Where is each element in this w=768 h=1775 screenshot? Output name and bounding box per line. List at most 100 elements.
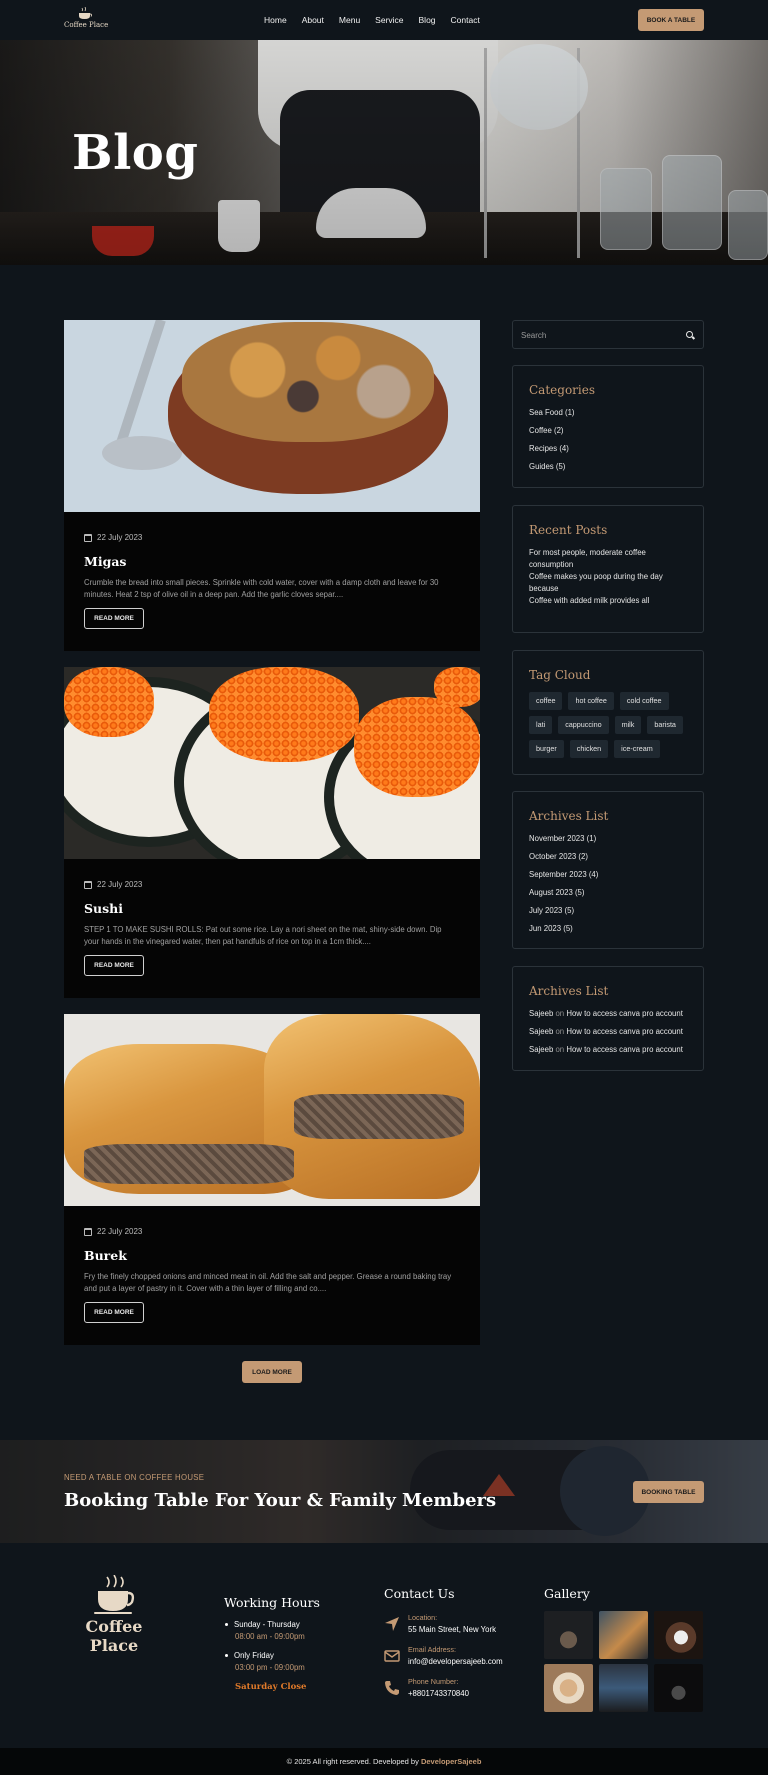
contact-email: Email Address: info@developersajeeb.com	[384, 1645, 503, 1677]
main-menu: Home About Menu Service Blog Contact	[264, 15, 495, 25]
category-item[interactable]: Coffee (2)	[529, 426, 575, 444]
book-table-button[interactable]: BOOK A TABLE	[638, 9, 704, 31]
brand-name: Coffee Place	[64, 21, 109, 29]
phone-value[interactable]: +8801743370840	[408, 1689, 503, 1698]
recent-post-link[interactable]: Coffee with added milk provides all	[529, 595, 689, 613]
post-image[interactable]	[64, 320, 480, 512]
footer-brand: Coffee Place	[85, 1617, 143, 1655]
banner-title: Booking Table For Your & Family Members	[64, 1490, 497, 1511]
tag[interactable]: milk	[614, 716, 642, 734]
booking-table-button[interactable]: BOOKING TABLE	[633, 1481, 704, 1503]
comment-on: on	[555, 1045, 565, 1054]
calendar-icon	[84, 1227, 92, 1236]
tag[interactable]: burger	[529, 740, 564, 758]
archive-link[interactable]: November 2023 (1)	[529, 834, 598, 852]
email-value[interactable]: info@developersajeeb.com	[408, 1657, 503, 1666]
nav-link-service[interactable]: Service	[375, 15, 403, 25]
image-roe	[354, 697, 480, 797]
recent-post-link[interactable]: Coffee makes you poop during the day bec…	[529, 571, 689, 593]
comment-item[interactable]: Sajeeb on How to access canva pro accoun…	[529, 1027, 683, 1045]
widget-title: Recent Posts	[529, 523, 608, 537]
comment-post[interactable]: How to access canva pro account	[566, 1009, 683, 1018]
comment-list: Sajeeb on How to access canva pro accoun…	[529, 1009, 683, 1063]
booking-banner: NEED A TABLE ON COFFEE HOUSE Booking Tab…	[0, 1440, 768, 1543]
gallery-image[interactable]	[544, 1611, 593, 1659]
working-hours-title: Working Hours	[224, 1595, 320, 1610]
hours-time: 08:00 am - 09:00pm	[235, 1632, 305, 1641]
archive-link[interactable]: July 2023 (5)	[529, 906, 598, 924]
blog-post-card: 22 July 2023 Sushi STEP 1 TO MAKE SUSHI …	[64, 667, 480, 998]
footer-logo[interactable]: Coffee Place	[64, 1575, 164, 1655]
recent-post-link[interactable]: For most people, moderate coffee consump…	[529, 547, 689, 569]
phone-label: Phone Number:	[408, 1677, 459, 1686]
brand-logo[interactable]: Coffee Place	[64, 7, 109, 35]
post-image[interactable]	[64, 1014, 480, 1206]
nav-link-home[interactable]: Home	[264, 15, 287, 25]
nav-link-menu[interactable]: Menu	[339, 15, 360, 25]
hero-banner: Blog	[0, 40, 768, 265]
gallery-title: Gallery	[544, 1586, 590, 1601]
top-navbar: Coffee Place Home About Menu Service Blo…	[0, 0, 768, 40]
gallery-image[interactable]	[599, 1664, 648, 1712]
post-title[interactable]: Migas	[84, 554, 126, 569]
comment-author: Sajeeb	[529, 1045, 554, 1054]
comment-item[interactable]: Sajeeb on How to access canva pro accoun…	[529, 1045, 683, 1063]
comment-author: Sajeeb	[529, 1009, 554, 1018]
gallery-image[interactable]	[654, 1611, 703, 1659]
read-more-button[interactable]: READ MORE	[84, 1302, 144, 1323]
closed-day: Saturday Close	[235, 1682, 307, 1692]
archive-link[interactable]: October 2023 (2)	[529, 852, 598, 870]
hours-day: Sunday - Thursday	[224, 1620, 306, 1629]
tag[interactable]: cold coffee	[619, 692, 669, 710]
category-item[interactable]: Recipes (4)	[529, 444, 575, 462]
archive-link[interactable]: Jun 2023 (5)	[529, 924, 598, 942]
hours-day: Only Friday	[224, 1651, 306, 1660]
gallery-image[interactable]	[654, 1664, 703, 1712]
comment-post[interactable]: How to access canva pro account	[566, 1027, 683, 1036]
tag[interactable]: cappuccino	[558, 716, 609, 734]
load-more-button[interactable]: LOAD MORE	[242, 1361, 302, 1383]
nav-link-blog[interactable]: Blog	[419, 15, 436, 25]
comment-on: on	[555, 1027, 565, 1036]
widget-title: Archives List	[529, 984, 609, 998]
tag[interactable]: chicken	[569, 740, 609, 758]
category-item[interactable]: Guides (5)	[529, 462, 575, 480]
comment-item[interactable]: Sajeeb on How to access canva pro accoun…	[529, 1009, 683, 1027]
tag[interactable]: ice-cream	[614, 740, 660, 758]
category-item[interactable]: Sea Food (1)	[529, 408, 575, 426]
read-more-button[interactable]: READ MORE	[84, 608, 144, 629]
post-date: 22 July 2023	[84, 533, 142, 542]
image-filling	[294, 1094, 464, 1139]
image-roe	[209, 667, 359, 762]
post-image[interactable]	[64, 667, 480, 859]
nav-link-contact[interactable]: Contact	[451, 15, 480, 25]
tag[interactable]: hot coffee	[568, 692, 614, 710]
widget-title: Categories	[529, 383, 595, 397]
contact-location: Location: 55 Main Street, New York	[384, 1613, 503, 1645]
tag[interactable]: barista	[647, 716, 683, 734]
comment-post[interactable]: How to access canva pro account	[566, 1045, 683, 1054]
search-icon[interactable]	[686, 331, 693, 338]
post-excerpt: Fry the finely chopped onions and minced…	[84, 1272, 452, 1293]
tag[interactable]: lati	[529, 716, 553, 734]
search-input[interactable]	[521, 328, 671, 342]
post-title[interactable]: Sushi	[84, 901, 123, 916]
image-roe	[434, 667, 480, 707]
archive-link[interactable]: August 2023 (5)	[529, 888, 598, 906]
post-title[interactable]: Burek	[84, 1248, 127, 1263]
post-date: 22 July 2023	[84, 880, 142, 889]
developer-link[interactable]: DeveloperSajeeb	[421, 1757, 481, 1766]
read-more-button[interactable]: READ MORE	[84, 955, 144, 976]
tag-cloud-widget: Tag Cloud coffee hot coffee cold coffee …	[512, 650, 704, 775]
post-date-text: 22 July 2023	[97, 1227, 143, 1236]
contact-title: Contact Us	[384, 1586, 455, 1601]
gallery-image[interactable]	[544, 1664, 593, 1712]
image-filling	[84, 1144, 294, 1184]
phone-icon	[385, 1681, 399, 1695]
archive-link[interactable]: September 2023 (4)	[529, 870, 598, 888]
tag[interactable]: coffee	[529, 692, 563, 710]
comment-on: on	[555, 1009, 565, 1018]
nav-link-about[interactable]: About	[302, 15, 324, 25]
coffee-cup-icon	[94, 1575, 135, 1614]
gallery-image[interactable]	[599, 1611, 648, 1659]
